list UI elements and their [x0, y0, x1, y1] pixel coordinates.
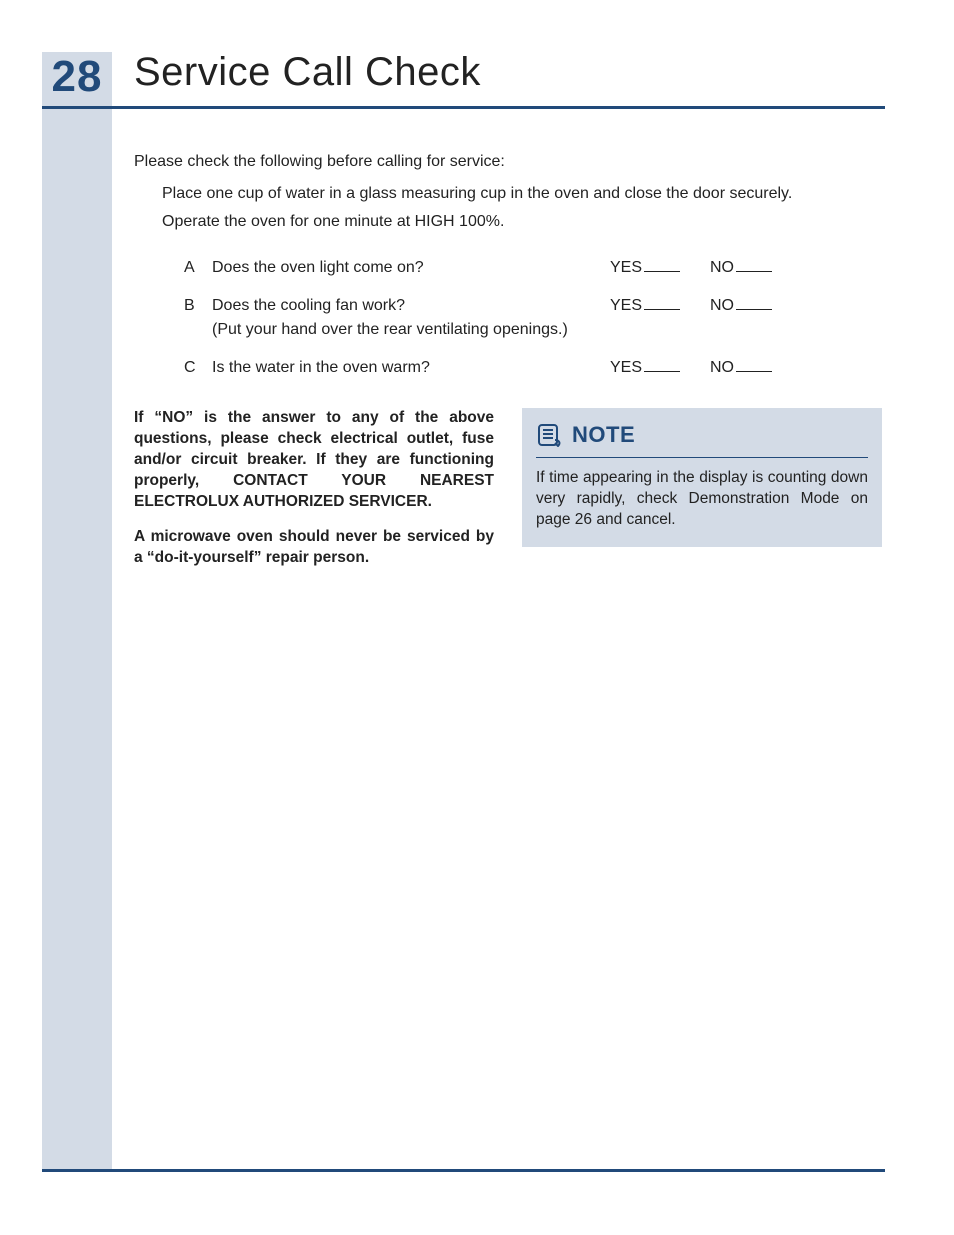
checklist-item: B Does the cooling fan work? (Put your h… [184, 294, 884, 342]
no-label: NO [710, 256, 734, 280]
page-number: 28 [42, 52, 112, 102]
yes-field: YES [610, 256, 710, 280]
blank-line [736, 294, 772, 310]
item-question: Does the oven light come on? [212, 256, 610, 280]
warning-paragraph: If “NO” is the answer to any of the abov… [134, 408, 494, 513]
yes-label: YES [610, 294, 642, 318]
intro-text: Please check the following before callin… [134, 150, 884, 174]
blank-line [644, 294, 680, 310]
item-question: Does the cooling fan work? (Put your han… [212, 294, 610, 342]
checklist-item: C Is the water in the oven warm? YES NO [184, 356, 884, 380]
yes-label: YES [610, 256, 642, 280]
page-title: Service Call Check [134, 50, 481, 95]
item-letter: C [184, 356, 212, 380]
warning-paragraph: A microwave oven should never be service… [134, 527, 494, 569]
item-letter: B [184, 294, 212, 342]
main-content: Please check the following before callin… [134, 150, 884, 582]
note-body: If time appearing in the display is coun… [536, 468, 868, 531]
item-letter: A [184, 256, 212, 280]
no-field: NO [710, 256, 810, 280]
checklist-item: A Does the oven light come on? YES NO [184, 256, 884, 280]
checklist: A Does the oven light come on? YES NO B … [184, 256, 884, 380]
question-text: Does the cooling fan work? [212, 297, 405, 314]
blank-line [736, 356, 772, 372]
two-column-section: If “NO” is the answer to any of the abov… [134, 408, 884, 582]
note-header: NOTE [536, 418, 868, 458]
left-margin-bar [42, 52, 112, 1169]
blank-line [644, 356, 680, 372]
no-label: NO [710, 294, 734, 318]
note-column: NOTE If time appearing in the display is… [522, 408, 882, 582]
warning-column: If “NO” is the answer to any of the abov… [134, 408, 494, 582]
yes-field: YES [610, 294, 710, 342]
instruction-line: Place one cup of water in a glass measur… [162, 182, 884, 206]
yes-label: YES [610, 356, 642, 380]
no-label: NO [710, 356, 734, 380]
document-page: 28 Service Call Check Please check the f… [0, 0, 954, 1235]
bottom-rule [42, 1169, 885, 1172]
note-icon [536, 423, 564, 447]
blank-line [736, 256, 772, 272]
no-field: NO [710, 356, 810, 380]
yes-field: YES [610, 356, 710, 380]
note-box: NOTE If time appearing in the display is… [522, 408, 882, 547]
title-rule [42, 106, 885, 109]
note-title: NOTE [572, 418, 635, 451]
instruction-line: Operate the oven for one minute at HIGH … [162, 210, 884, 234]
blank-line [644, 256, 680, 272]
question-subtext: (Put your hand over the rear ventilating… [212, 321, 568, 338]
no-field: NO [710, 294, 810, 342]
item-question: Is the water in the oven warm? [212, 356, 610, 380]
